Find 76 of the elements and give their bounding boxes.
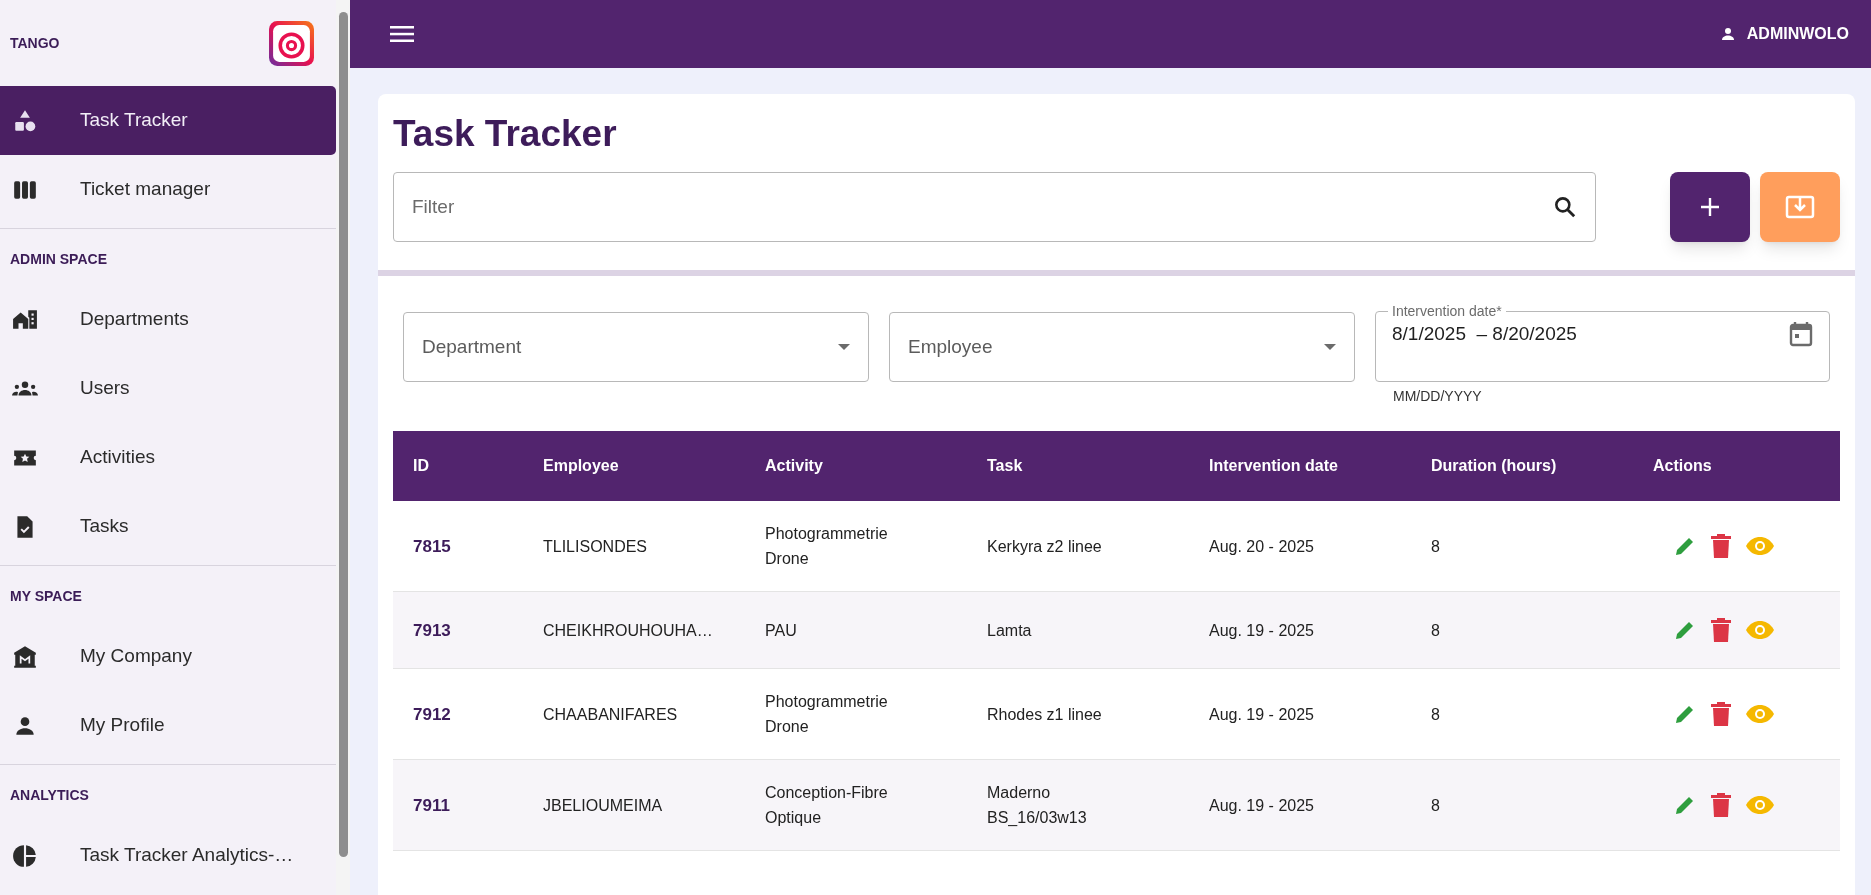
logo-icon	[269, 20, 314, 66]
table-cell-text: Rhodes z1 linee	[987, 704, 1103, 725]
table-cell-text: PAU	[765, 620, 798, 641]
table-cell-text: Aug. 19 - 2025	[1209, 704, 1315, 725]
calendar-icon[interactable]	[1789, 321, 1813, 348]
table-cell-text: 8	[1431, 620, 1441, 641]
table-cell-text: Lamta	[987, 620, 1033, 641]
table-cell-text: CHEIKHROUHOUHA…	[543, 620, 714, 641]
filter-field[interactable]: Filter	[393, 172, 1596, 242]
caret-icon	[838, 344, 850, 350]
column-header: Actions	[1653, 457, 1712, 474]
table-cell-text: Maderno BS_16/03w13	[987, 783, 1088, 828]
sidebar-item[interactable]: Users	[0, 354, 336, 423]
eye-icon[interactable]	[1745, 620, 1775, 640]
table-cell-text: 8	[1431, 536, 1441, 557]
table-cell-text: Photogrammetrie Drone	[765, 524, 889, 569]
field-label: Intervention date*	[1391, 302, 1503, 320]
eye-icon[interactable]	[1745, 704, 1775, 724]
table-cell-text: Aug. 19 - 2025	[1209, 795, 1315, 816]
plus-icon	[1700, 197, 1720, 217]
trash-icon[interactable]	[1711, 793, 1731, 817]
sidebar-item[interactable]: My Company	[0, 622, 336, 691]
column-header: ID	[413, 457, 429, 474]
trash-icon[interactable]	[1711, 618, 1731, 642]
sidebar-scrollbar[interactable]	[336, 0, 350, 895]
table-cell-text: 8	[1431, 795, 1441, 816]
sidebar-item[interactable]: Task Tracker	[0, 86, 336, 155]
table-cell-text: 7913	[413, 619, 452, 642]
table-cell-text: Photogrammetrie Drone	[765, 692, 889, 737]
sidebar-item[interactable]: Activities	[0, 423, 336, 492]
table-cell-text: Conception-Fibre Optique	[765, 783, 889, 828]
date-range-value: 8/1/2025 – 8/20/2025	[1392, 322, 1577, 346]
download-button[interactable]	[1760, 172, 1840, 242]
table-row[interactable]: 7911 JBELIOUMEIMA Conception-Fibre Optique Maderno BS_16/03w13 Aug. 19 - 2025 8	[393, 760, 1840, 851]
table-cell-text: 8	[1431, 704, 1441, 725]
user-menu[interactable]: ADMINWOLO	[1718, 22, 1849, 46]
section-heading: ANALYTICS	[9, 786, 90, 805]
table-row[interactable]: 7913 CHEIKHROUHOUHA… PAU Lamta Aug. 19 - 2025 8	[393, 592, 1840, 669]
table-cell-text: 7911	[413, 794, 451, 817]
table-cell-text: TLILISONDES	[543, 536, 649, 557]
page-title: Task Tracker	[393, 112, 618, 156]
column-header: Intervention date	[1209, 457, 1338, 474]
date-range-field[interactable]: Intervention date* 8/1/2025 – 8/20/2025	[1375, 302, 1830, 382]
table-cell-text: JBELIOUMEIMA	[543, 795, 664, 816]
brand-name: TANGO	[10, 33, 60, 53]
dropdown-field[interactable]: Employee	[889, 312, 1355, 382]
column-header: Task	[987, 457, 1023, 474]
download-icon	[1785, 195, 1815, 219]
sidebar-item[interactable]: Task Tracker Analytics-…	[0, 821, 336, 890]
table-cell-text: Aug. 19 - 2025	[1209, 620, 1315, 641]
column-header: Duration (hours)	[1431, 457, 1557, 474]
sidebar-item[interactable]: Ticket manager	[0, 155, 336, 224]
column-header: Activity	[765, 457, 823, 474]
add-button[interactable]	[1670, 172, 1750, 242]
table-cell-text: 7912	[413, 703, 452, 726]
pie-chart-icon	[12, 842, 38, 869]
eye-icon[interactable]	[1745, 795, 1775, 815]
table-cell-text: Kerkyra z2 linee	[987, 536, 1103, 557]
section-heading: ADMIN SPACE	[9, 250, 108, 269]
dropdown-field[interactable]: Department	[403, 312, 869, 382]
search-icon[interactable]	[1552, 194, 1578, 220]
sidebar-item[interactable]: Departments	[0, 285, 336, 354]
table-cell-text: 7815	[413, 535, 452, 558]
trash-icon[interactable]	[1711, 534, 1731, 558]
sidebar-item[interactable]: Tasks	[0, 492, 336, 561]
column-header: Employee	[543, 457, 619, 474]
table-cell-text: Aug. 20 - 2025	[1209, 536, 1315, 557]
eye-icon[interactable]	[1745, 536, 1775, 556]
trash-icon[interactable]	[1711, 702, 1731, 726]
section-heading: MY SPACE	[9, 587, 83, 606]
caret-icon	[1324, 344, 1336, 350]
sidebar-item[interactable]: My Profile	[0, 691, 336, 760]
company-icon	[12, 643, 38, 670]
table-cell-text: CHAABANIFARES	[543, 704, 679, 725]
helper-text: MM/DD/YYYY	[1393, 387, 1483, 406]
menu-icon[interactable]	[390, 24, 414, 44]
